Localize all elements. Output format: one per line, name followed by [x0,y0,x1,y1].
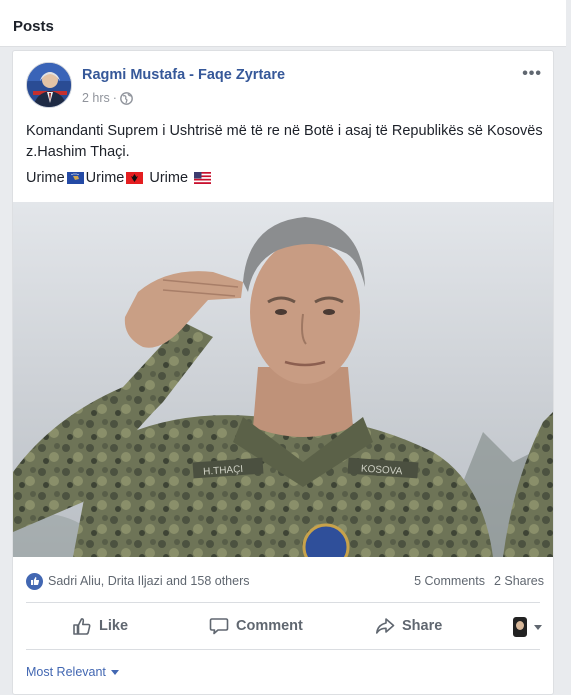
reactions-bar: Sadri Aliu, Drita Iljazi and 158 others … [26,571,544,591]
like-reaction-icon[interactable] [26,572,43,590]
divider [26,649,540,650]
post-card: Ragmi Mustafa - Faqe Zyrtare 2 hrs · •••… [12,50,554,695]
congrats-text: Urime [85,170,125,186]
post-text-congrats: Urime Urime Urime [26,170,212,186]
share-button[interactable]: Share [375,616,442,636]
comments-filter-dropdown[interactable]: Most Relevant [26,665,119,679]
divider [26,602,540,603]
comment-bubble-icon [209,618,229,635]
post-text: Komandanti Suprem i Ushtrisë më të re në… [26,123,543,160]
comment-label: Comment [236,618,303,634]
post-photo[interactable]: H.THAÇI KOSOVA [13,202,553,557]
share-arrow-icon [376,618,395,634]
page-name-link[interactable]: Ragmi Mustafa - Faqe Zyrtare [82,67,285,83]
like-button[interactable]: Like [72,616,128,636]
more-options-icon[interactable]: ••• [522,65,542,83]
post-timestamp[interactable]: 2 hrs [82,91,110,105]
chevron-down-icon [534,624,542,630]
share-label: Share [402,618,443,634]
albania-flag-icon [126,172,144,184]
comments-count-link[interactable]: 5 Comments [414,574,485,588]
chevron-down-icon [110,669,119,675]
page-avatar[interactable] [26,62,72,108]
shares-count-link[interactable]: 2 Shares [494,574,544,588]
comments-filter-label: Most Relevant [26,665,106,679]
kosovo-flag-icon [66,172,84,184]
globe-icon[interactable] [120,91,133,105]
posts-section-header: Posts [0,0,566,47]
thumbs-up-icon [73,618,91,635]
posts-title: Posts [13,18,54,35]
congrats-text: Urime [26,170,65,186]
post-as-selector[interactable] [513,617,542,637]
meta-separator: · [112,91,117,105]
user-avatar-icon [513,617,527,637]
reactions-summary-link[interactable]: Sadri Aliu, Drita Iljazi and 158 others [48,574,250,588]
comment-button[interactable]: Comment [209,616,303,636]
post-actions-bar: Like Comment Share [26,607,540,647]
post-meta: 2 hrs · [82,91,133,105]
like-label: Like [99,618,129,634]
congrats-text: Urime [145,170,193,186]
usa-flag-icon [194,172,212,184]
